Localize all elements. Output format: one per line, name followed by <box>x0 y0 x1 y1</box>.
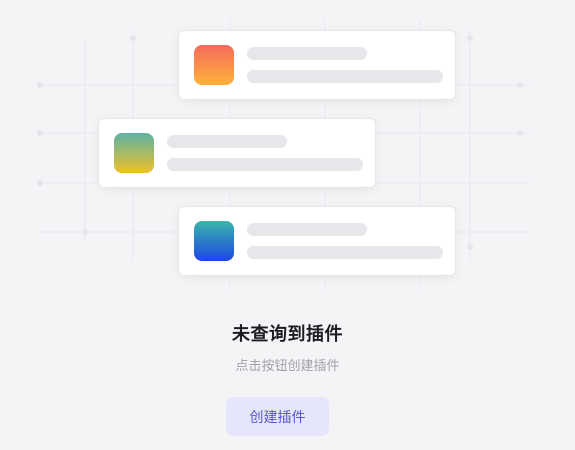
orange-gradient-app-icon <box>194 45 234 85</box>
empty-state-title: 未查询到插件 <box>232 324 343 345</box>
teal-blue-gradient-app-icon <box>194 221 234 261</box>
create-plugin-button[interactable]: 创建插件 <box>226 397 329 436</box>
empty-state-panel: 未查询到插件 点击按钮创建插件 创建插件 <box>0 0 575 450</box>
placeholder-line-long <box>167 158 363 171</box>
placeholder-line-long <box>247 246 443 259</box>
placeholder-line-short <box>247 47 367 60</box>
placeholder-card-1 <box>178 30 456 100</box>
placeholder-line-long <box>247 70 443 83</box>
placeholder-card-2 <box>98 118 376 188</box>
placeholder-line-short <box>167 135 287 148</box>
green-yellow-gradient-app-icon <box>114 133 154 173</box>
empty-state-subtitle: 点击按钮创建插件 <box>235 359 340 374</box>
placeholder-card-3 <box>178 206 456 276</box>
placeholder-line-short <box>247 223 367 236</box>
